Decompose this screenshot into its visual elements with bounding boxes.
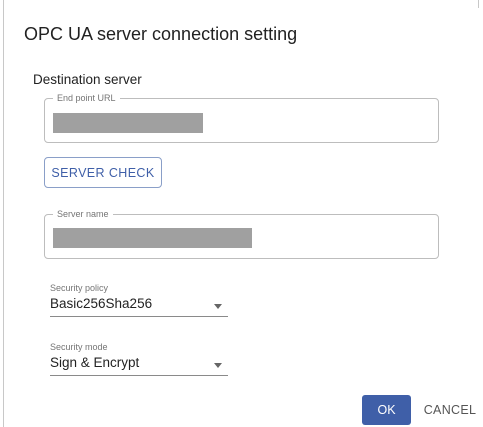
chevron-down-icon: [214, 363, 222, 368]
security-mode-value: Sign & Encrypt: [50, 355, 140, 370]
security-mode-label: Security mode: [50, 342, 108, 352]
security-policy-label: Security policy: [50, 283, 109, 293]
destination-server-label: Destination server: [33, 72, 142, 87]
server-name-value-redacted: [53, 228, 252, 248]
endpoint-url-label: End point URL: [53, 92, 120, 104]
dialog-title: OPC UA server connection setting: [24, 24, 298, 44]
server-name-field[interactable]: Server name: [44, 208, 439, 259]
connection-setting-dialog: OPC UA server connection setting Destina…: [0, 0, 483, 427]
security-mode-select[interactable]: Security mode Sign & Encrypt: [50, 342, 228, 376]
ok-button[interactable]: OK: [362, 395, 411, 425]
dialog-left-edge: [3, 0, 4, 427]
server-check-button[interactable]: SERVER CHECK: [44, 157, 162, 188]
chevron-down-icon: [214, 304, 222, 309]
security-policy-value: Basic256Sha256: [50, 296, 153, 311]
dialog-right-edge: [478, 0, 479, 8]
security-policy-select[interactable]: Security policy Basic256Sha256: [50, 283, 228, 317]
cancel-button[interactable]: CANCEL: [420, 395, 480, 425]
endpoint-url-value-redacted: [53, 113, 203, 133]
endpoint-url-field[interactable]: End point URL: [44, 92, 439, 143]
server-name-label: Server name: [53, 208, 113, 220]
